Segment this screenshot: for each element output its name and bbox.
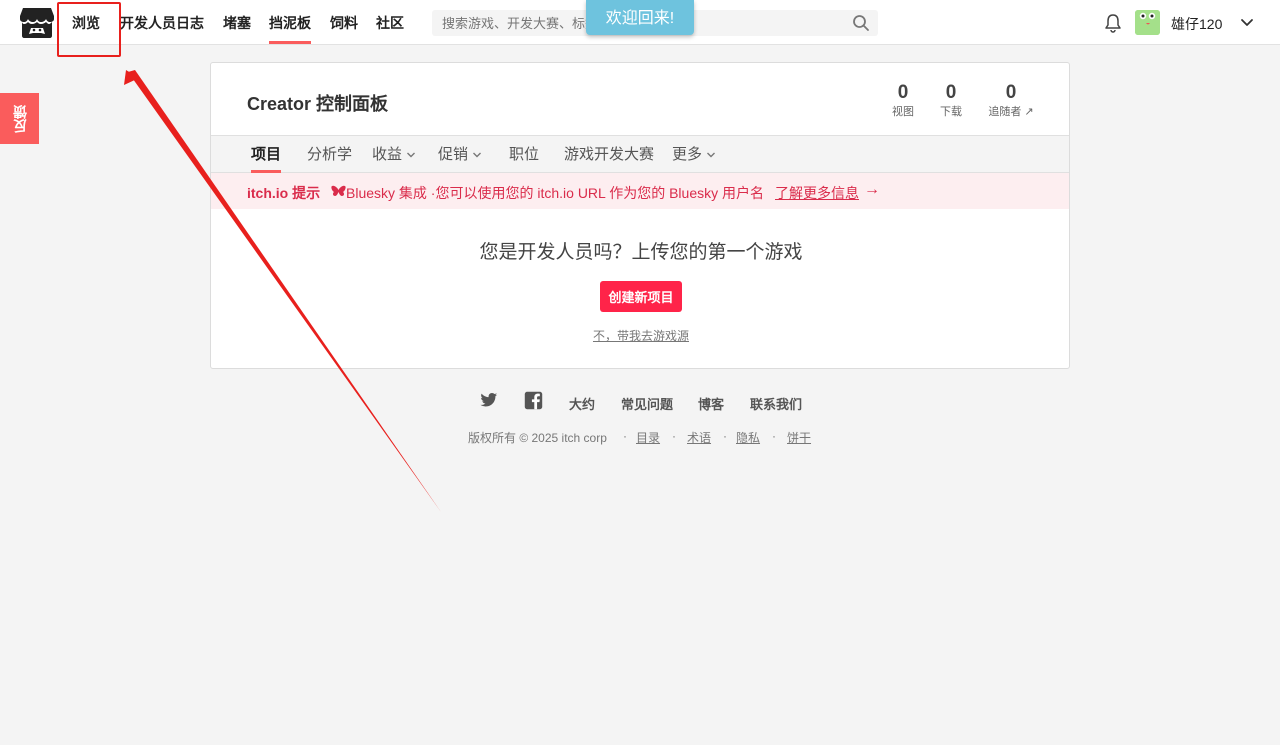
tab-more[interactable]: 更多 [672,146,716,164]
annotation-highlight-box [57,2,121,57]
butterfly-icon [331,185,346,196]
stat-value: 0 [1005,82,1017,103]
tab-label: 收益 [372,146,403,163]
stat-views[interactable]: 0 视图 [888,81,918,119]
stat-label: 下载 [940,106,962,118]
stat-value: 0 [945,82,957,103]
tip-banner: itch.io 提示 Bluesky 集成 ·您可以使用您的 itch.io U… [211,173,1069,209]
search-icon[interactable] [852,14,870,32]
itchio-logo-icon[interactable] [19,6,55,39]
footer-cookies[interactable]: 饼干 [787,429,811,446]
arrow-right-icon[interactable]: → [864,181,880,199]
skip-link-text[interactable]: 不，带我去游戏源 [593,329,689,343]
stat-label: 追随者 ↗ [988,106,1034,118]
tab-earnings[interactable]: 收益 [372,146,416,164]
dashboard-tabs: 项目 分析学 收益 促销 职位 游戏开发大赛 更多 [211,135,1069,173]
username[interactable]: 雄仔120 [1171,14,1222,34]
skip-to-feed-link: 不，带我去游戏源 [211,327,1069,344]
frog-avatar-icon [1135,10,1160,35]
separator: · [772,429,776,443]
tab-game-jams[interactable]: 游戏开发大赛 [564,146,654,164]
stat-downloads[interactable]: 0 下载 [936,81,966,119]
chevron-down-icon[interactable] [1239,15,1255,31]
footer-privacy[interactable]: 隐私 [736,429,760,446]
footer-faq[interactable]: 常见问题 [621,394,673,413]
copyright: 版权所有 © 2025 itch corp [468,431,607,445]
separator: · [623,429,627,443]
footer-contact[interactable]: 联系我们 [750,394,802,413]
chevron-down-icon [707,152,716,158]
tab-jobs[interactable]: 职位 [509,146,539,164]
tab-projects[interactable]: 项目 [251,146,282,173]
stat-followers[interactable]: 0 追随者 ↗ [985,81,1037,119]
nav-dashboard[interactable]: 挡泥板 [269,14,311,44]
avatar[interactable] [1135,10,1160,35]
empty-state-title: 您是开发人员吗？上传您的第一个游戏 [479,242,803,263]
nav-community[interactable]: 社区 [376,14,404,32]
feedback-tab[interactable]: 反馈 [0,93,39,144]
tip-label: itch.io 提示 [247,185,321,201]
nav-devlogs[interactable]: 开发人员日志 [120,14,204,32]
stat-label: 视图 [892,106,914,118]
separator: · [723,429,727,443]
page-title: Creator 控制面板 [247,94,389,114]
learn-more-link[interactable]: 了解更多信息 [775,183,859,203]
twitter-icon[interactable] [479,391,498,410]
dashboard-card: Creator 控制面板 0 视图 0 下载 0 追随者 ↗ 项目 分析学 收益… [210,62,1070,369]
tab-promotions[interactable]: 促销 [438,146,482,164]
welcome-popup: 欢迎回来! [586,0,694,35]
stat-value: 0 [897,82,909,103]
tab-label: 促销 [438,146,469,163]
tab-label: 更多 [672,146,703,163]
feedback-label: 反馈 [11,104,28,133]
facebook-icon[interactable] [524,391,543,410]
nav-jams[interactable]: 堵塞 [223,14,251,32]
footer-blog[interactable]: 博客 [698,394,724,413]
bell-icon[interactable] [1104,13,1122,33]
tip-text: Bluesky 集成 ·您可以使用您的 itch.io URL 作为您的 Blu… [346,185,764,201]
chevron-down-icon [407,152,416,158]
footer-terms[interactable]: 术语 [687,429,711,446]
separator: · [672,429,676,443]
chevron-down-icon [473,152,482,158]
footer-about[interactable]: 大约 [569,394,595,413]
create-project-button[interactable]: 创建新项目 [600,281,682,312]
tab-analytics[interactable]: 分析学 [307,146,352,164]
footer-directory[interactable]: 目录 [636,429,660,446]
nav-feed[interactable]: 饲料 [330,14,358,32]
